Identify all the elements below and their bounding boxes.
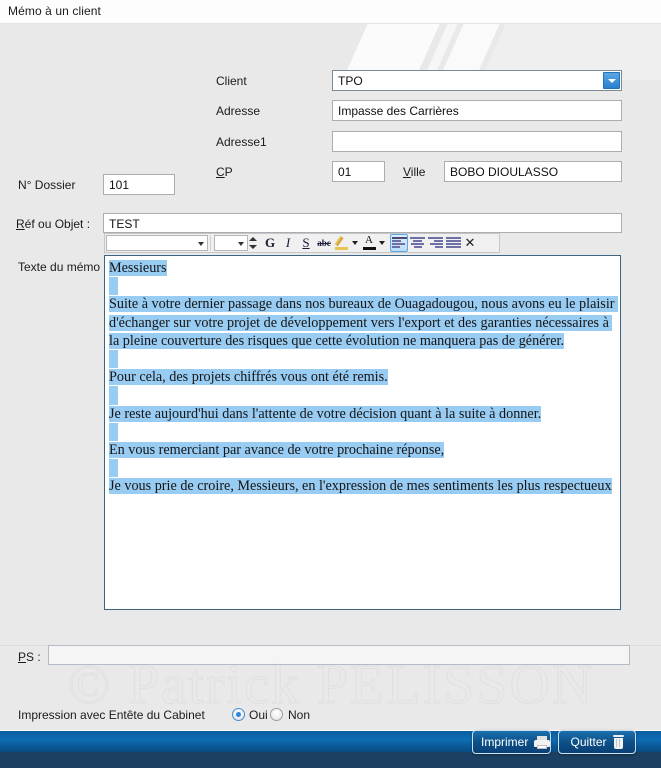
font-color-dropdown[interactable] [378, 234, 387, 252]
font-family-select[interactable] [106, 235, 208, 251]
client-value: TPO [338, 74, 363, 88]
align-left-icon [391, 237, 407, 249]
ps-label: PS : [18, 650, 41, 664]
memo-paragraph: Suite à votre dernier passage dans nos b… [109, 296, 619, 349]
ps-value [49, 648, 53, 662]
cp-value: 01 [338, 165, 352, 179]
font-color-icon: A [362, 235, 377, 251]
adresse-label: Adresse [216, 104, 261, 118]
dossier-value: 101 [109, 178, 130, 192]
font-family-value [107, 248, 110, 249]
close-toolbar-button[interactable]: ✕ [462, 235, 478, 251]
adresse-input[interactable]: Impasse des Carrières [332, 100, 622, 121]
memo-paragraph: Messieurs [109, 260, 167, 276]
align-right-button[interactable] [426, 234, 444, 252]
dossier-input[interactable]: 101 [103, 174, 175, 195]
font-size-stepper[interactable] [249, 235, 258, 251]
align-right-icon [427, 237, 443, 249]
ref-value: TEST [109, 217, 140, 231]
print-button[interactable]: Imprimer [472, 730, 551, 754]
memo-paragraph [109, 422, 616, 442]
font-color-letter: A [365, 234, 373, 246]
chevron-down-icon[interactable] [238, 242, 244, 246]
chevron-down-icon[interactable] [603, 72, 620, 89]
footer-dark-strip [0, 752, 661, 768]
memo-paragraph [109, 459, 616, 478]
toolbar-separator [210, 235, 211, 251]
adresse1-input[interactable] [332, 131, 622, 152]
memo-window: Mémo à un client Client TPO Adresse Impa… [0, 0, 661, 768]
font-color-button[interactable]: A [360, 234, 378, 252]
adresse1-label: Adresse1 [216, 135, 267, 149]
client-combobox[interactable]: TPO [332, 70, 622, 91]
ville-value: BOBO DIOULASSO [450, 165, 559, 179]
highlighter-pen-icon [334, 235, 350, 251]
rich-text-toolbar: G I S abc A ✕ [104, 233, 500, 253]
quit-button[interactable]: Quitter [558, 730, 636, 754]
underline-button[interactable]: S [297, 234, 315, 252]
ps-input[interactable] [48, 645, 630, 665]
align-justify-button[interactable] [444, 234, 462, 252]
ref-input[interactable]: TEST [103, 213, 622, 233]
window-title: Mémo à un client [8, 4, 101, 18]
memo-paragraph: En vous remerciant par avance de votre p… [109, 442, 445, 459]
align-center-icon [409, 237, 425, 249]
radio-non-label[interactable]: Non [288, 708, 310, 722]
cp-label: CP [216, 165, 233, 179]
ville-input[interactable]: BOBO DIOULASSO [444, 161, 622, 182]
printer-icon [534, 735, 551, 749]
radio-non[interactable] [270, 708, 283, 721]
radio-oui-label[interactable]: Oui [249, 708, 268, 722]
highlight-color-dropdown[interactable] [351, 234, 360, 252]
strikethrough-button[interactable]: abc [315, 234, 333, 252]
trash-icon [612, 735, 624, 749]
chevron-down-icon[interactable] [198, 242, 204, 246]
cp-input[interactable]: 01 [332, 161, 385, 182]
stepper-up-icon[interactable] [249, 237, 257, 241]
bold-button[interactable]: G [261, 234, 279, 252]
italic-button[interactable]: I [279, 234, 297, 252]
window-titlebar: Mémo à un client [0, 0, 661, 24]
entete-label: Impression avec Entête du Cabinet [18, 708, 205, 722]
quit-button-label: Quitter [570, 735, 607, 749]
font-size-value [215, 248, 218, 249]
ville-label: Ville [403, 165, 426, 179]
print-button-label: Imprimer [481, 735, 529, 749]
memo-textarea[interactable]: Messieurs Suite à votre dernier passage … [104, 255, 621, 610]
stepper-down-icon[interactable] [249, 245, 257, 249]
radio-oui[interactable] [232, 708, 245, 721]
client-label: Client [216, 74, 247, 88]
ref-label: Réf ou Objet : [16, 217, 91, 231]
align-center-button[interactable] [408, 234, 426, 252]
align-justify-icon [445, 237, 461, 249]
memo-paragraph [109, 386, 616, 405]
adresse-value: Impasse des Carrières [338, 104, 459, 118]
memo-paragraph [109, 350, 616, 369]
memo-label: Texte du mémo [18, 260, 101, 274]
memo-paragraph: Je vous prie de croire, Messieurs, en l'… [109, 478, 612, 495]
font-size-select[interactable] [214, 235, 248, 251]
memo-paragraph [109, 277, 616, 296]
memo-paragraph: Pour cela, des projets chiffrés vous ont… [109, 369, 388, 386]
highlight-button[interactable] [333, 234, 351, 252]
memo-paragraph: Je reste aujourd'hui dans l'attente de v… [109, 405, 542, 422]
align-left-button[interactable] [390, 234, 408, 252]
dossier-label: N° Dossier [18, 178, 76, 192]
